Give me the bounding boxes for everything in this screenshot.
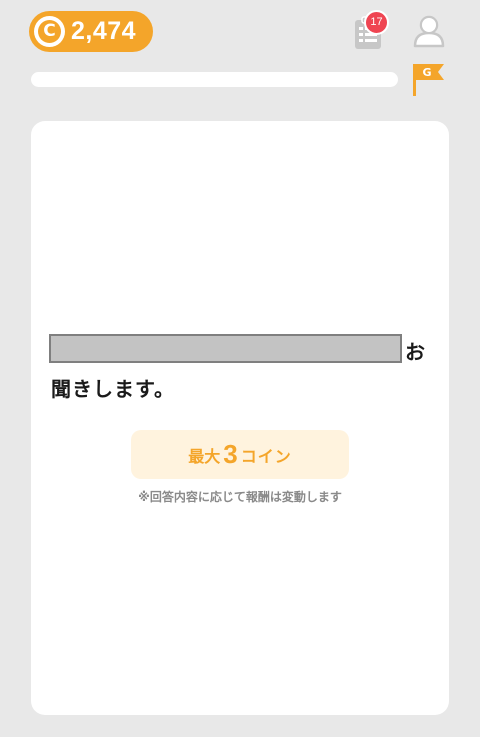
profile-button[interactable]	[410, 12, 448, 50]
max-reward-badge: 最大 3 コイン	[131, 430, 349, 479]
coin-balance: 2,474	[71, 17, 137, 45]
reward-note: ※回答内容に応じて報酬は変動します	[138, 490, 342, 504]
question-card	[31, 121, 449, 715]
goal-flag-letter: G	[422, 66, 431, 79]
progress-bar	[31, 72, 398, 87]
coin-balance-pill[interactable]: C 2,474	[29, 11, 153, 52]
notification-badge: 17	[364, 10, 389, 35]
question-text-suffix: お	[405, 340, 425, 364]
reward-prefix: 最大	[188, 446, 221, 466]
goal-flag: G	[410, 62, 448, 98]
profile-icon	[413, 15, 445, 48]
redacted-text-block	[49, 334, 402, 363]
reward-suffix: コイン	[240, 446, 292, 466]
coin-icon: C	[34, 16, 65, 47]
goal-flag-icon: G	[413, 64, 444, 96]
question-text-line2: 聞きします。	[51, 377, 175, 401]
coin-symbol: C	[38, 20, 61, 43]
reward-amount: 3	[223, 439, 238, 469]
